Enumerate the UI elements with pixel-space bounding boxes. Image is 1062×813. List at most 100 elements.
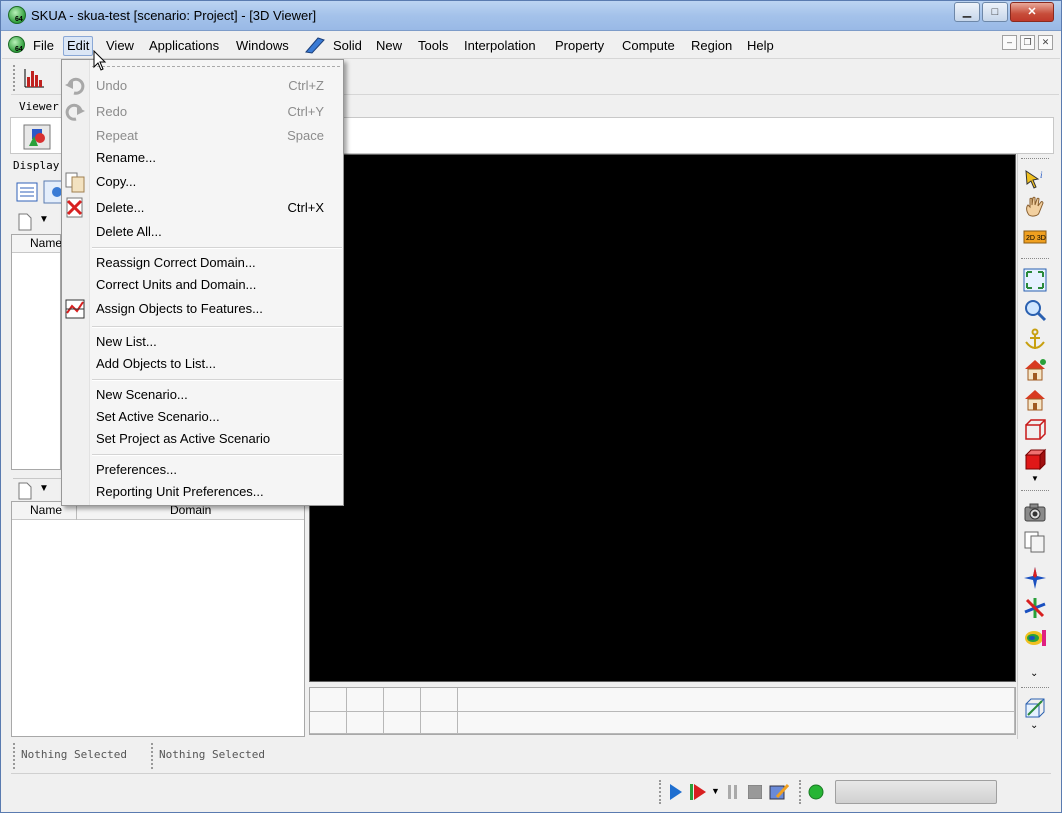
new-dropdown-chevron-icon[interactable]: ▼ [39, 483, 49, 494]
list1-toolbar: ▼ [13, 212, 63, 234]
menu-item-rename[interactable]: Rename... [96, 148, 341, 168]
record-icon[interactable] [689, 783, 707, 801]
menu-file[interactable]: File [29, 36, 58, 56]
grid-cell[interactable] [421, 688, 458, 712]
menu-compute[interactable]: Compute [618, 36, 679, 56]
menu-windows[interactable]: Windows [232, 36, 293, 56]
copy-snapshot-icon[interactable] [1023, 530, 1047, 554]
stop-icon[interactable] [748, 785, 762, 799]
new-document-icon[interactable] [18, 482, 32, 500]
menu-view[interactable]: View [102, 36, 138, 56]
colormap-icon[interactable] [1023, 626, 1047, 650]
more-down-chevron-icon[interactable]: ▼ [1031, 474, 1039, 483]
menu-new[interactable]: New [372, 36, 406, 56]
close-button[interactable]: ✕ [1010, 2, 1054, 22]
menu-item-reporting-unit-preferences[interactable]: Reporting Unit Preferences... [96, 482, 341, 502]
viewer-tab[interactable]: Viewer [19, 100, 59, 113]
minimize-button[interactable]: ▁ [954, 2, 980, 22]
menu-item-delete-all[interactable]: Delete All... [96, 222, 341, 242]
menu-applications[interactable]: Applications [145, 36, 223, 56]
more-down-chevron-icon[interactable]: ⌄ [1030, 720, 1038, 731]
grid-cell[interactable] [310, 712, 347, 734]
selection-status-row: Nothing Selected Nothing Selected [11, 741, 1051, 771]
fit-view-icon[interactable] [1023, 268, 1047, 292]
menu-item-reassign-domain[interactable]: Reassign Correct Domain... [96, 253, 341, 273]
redo-label: Redo [96, 104, 128, 119]
toolbar-grip[interactable] [13, 65, 16, 91]
menu-interpolation[interactable]: Interpolation [460, 36, 540, 56]
delete-label: Delete... [96, 200, 145, 215]
grid-cell[interactable] [384, 688, 421, 712]
menu-property[interactable]: Property [551, 36, 608, 56]
grid-cell[interactable] [384, 712, 421, 734]
grid-cell[interactable] [458, 688, 1015, 712]
selection-status-right: Nothing Selected [159, 748, 265, 761]
record-dropdown-chevron-icon[interactable]: ▼ [711, 786, 720, 796]
menu-item-set-project-active[interactable]: Set Project as Active Scenario [96, 429, 341, 449]
menu-item-correct-units[interactable]: Correct Units and Domain... [96, 275, 341, 295]
app-icon[interactable]: 64 [8, 6, 26, 24]
toolbar-grip[interactable] [1021, 158, 1049, 159]
compass-icon[interactable] [1023, 566, 1047, 590]
menu-edit[interactable]: Edit [63, 36, 94, 56]
more-down-chevron-icon[interactable]: ⌄ [1030, 668, 1038, 679]
set-home-icon[interactable] [1023, 358, 1047, 382]
menu-item-new-scenario[interactable]: New Scenario... [96, 385, 341, 405]
menu-item-preferences[interactable]: Preferences... [96, 460, 341, 480]
domain-list[interactable]: Name Domain [11, 501, 305, 737]
grid-cell[interactable] [310, 688, 347, 712]
assign-features-icon [65, 299, 85, 319]
player-grip[interactable] [659, 780, 662, 804]
column-name-header[interactable]: Name [30, 502, 62, 519]
grid-cell[interactable] [421, 712, 458, 734]
menu-item-delete[interactable]: Delete... Ctrl+X [96, 198, 341, 218]
property-grid[interactable] [309, 687, 1016, 735]
grid-cell[interactable] [347, 712, 384, 734]
menu-item-new-list[interactable]: New List... [96, 332, 341, 352]
mdi-restore-button[interactable]: ❐ [1020, 35, 1035, 50]
play-icon[interactable] [669, 783, 683, 801]
grid-cell[interactable] [458, 712, 1015, 734]
menu-region[interactable]: Region [687, 36, 736, 56]
anchor-icon[interactable] [1023, 328, 1047, 352]
menu-item-copy[interactable]: Copy... [96, 172, 341, 192]
menu-solid[interactable]: Solid [329, 36, 366, 56]
new-document-icon[interactable] [18, 213, 32, 231]
menu-item-redo: Redo Ctrl+Y [96, 102, 341, 122]
repeat-shortcut: Space [287, 128, 324, 143]
select-pointer-icon[interactable]: i [1023, 168, 1047, 192]
maximize-button[interactable]: □ [982, 2, 1008, 22]
home-icon[interactable] [1023, 388, 1047, 412]
menu-tools[interactable]: Tools [414, 36, 452, 56]
pan-hand-icon[interactable] [1023, 195, 1047, 219]
cube-section-icon[interactable] [1023, 696, 1047, 720]
status-divider [799, 780, 802, 804]
zoom-icon[interactable] [1023, 298, 1047, 322]
histogram-icon[interactable] [23, 67, 45, 89]
mdi-minimize-button[interactable]: – [1002, 35, 1017, 50]
menu-app-icon[interactable]: 64 [8, 36, 25, 53]
pause-icon[interactable] [727, 785, 739, 799]
menu-item-assign-features[interactable]: Assign Objects to Features... [96, 299, 341, 319]
menu-help[interactable]: Help [743, 36, 778, 56]
menu-item-add-objects-to-list[interactable]: Add Objects to List... [96, 354, 341, 374]
edit-script-icon[interactable] [769, 783, 789, 801]
3d-viewport[interactable] [309, 154, 1016, 682]
objects-list[interactable]: Name [11, 234, 62, 470]
solid-box-icon[interactable] [1023, 448, 1047, 472]
mdi-close-button[interactable]: ✕ [1038, 35, 1053, 50]
grid-cell[interactable] [347, 688, 384, 712]
wireframe-box-icon[interactable] [1023, 418, 1047, 442]
new-dropdown-chevron-icon[interactable]: ▼ [39, 214, 49, 225]
objects-list-header[interactable]: Name [12, 235, 62, 253]
list-view-icon[interactable] [16, 182, 38, 202]
shapes-icon[interactable] [23, 124, 51, 150]
tree-view-icon[interactable] [43, 180, 63, 204]
axes-icon[interactable] [1023, 596, 1047, 620]
2d-3d-toggle-icon[interactable]: 2D 3D [1023, 225, 1047, 249]
menu-item-set-active-scenario[interactable]: Set Active Scenario... [96, 407, 341, 427]
tear-off-line[interactable] [92, 66, 340, 67]
status-grip [13, 743, 16, 769]
title-bar[interactable]: 64 SKUA - skua-test [scenario: Project] … [1, 1, 1061, 31]
camera-icon[interactable] [1023, 500, 1047, 524]
